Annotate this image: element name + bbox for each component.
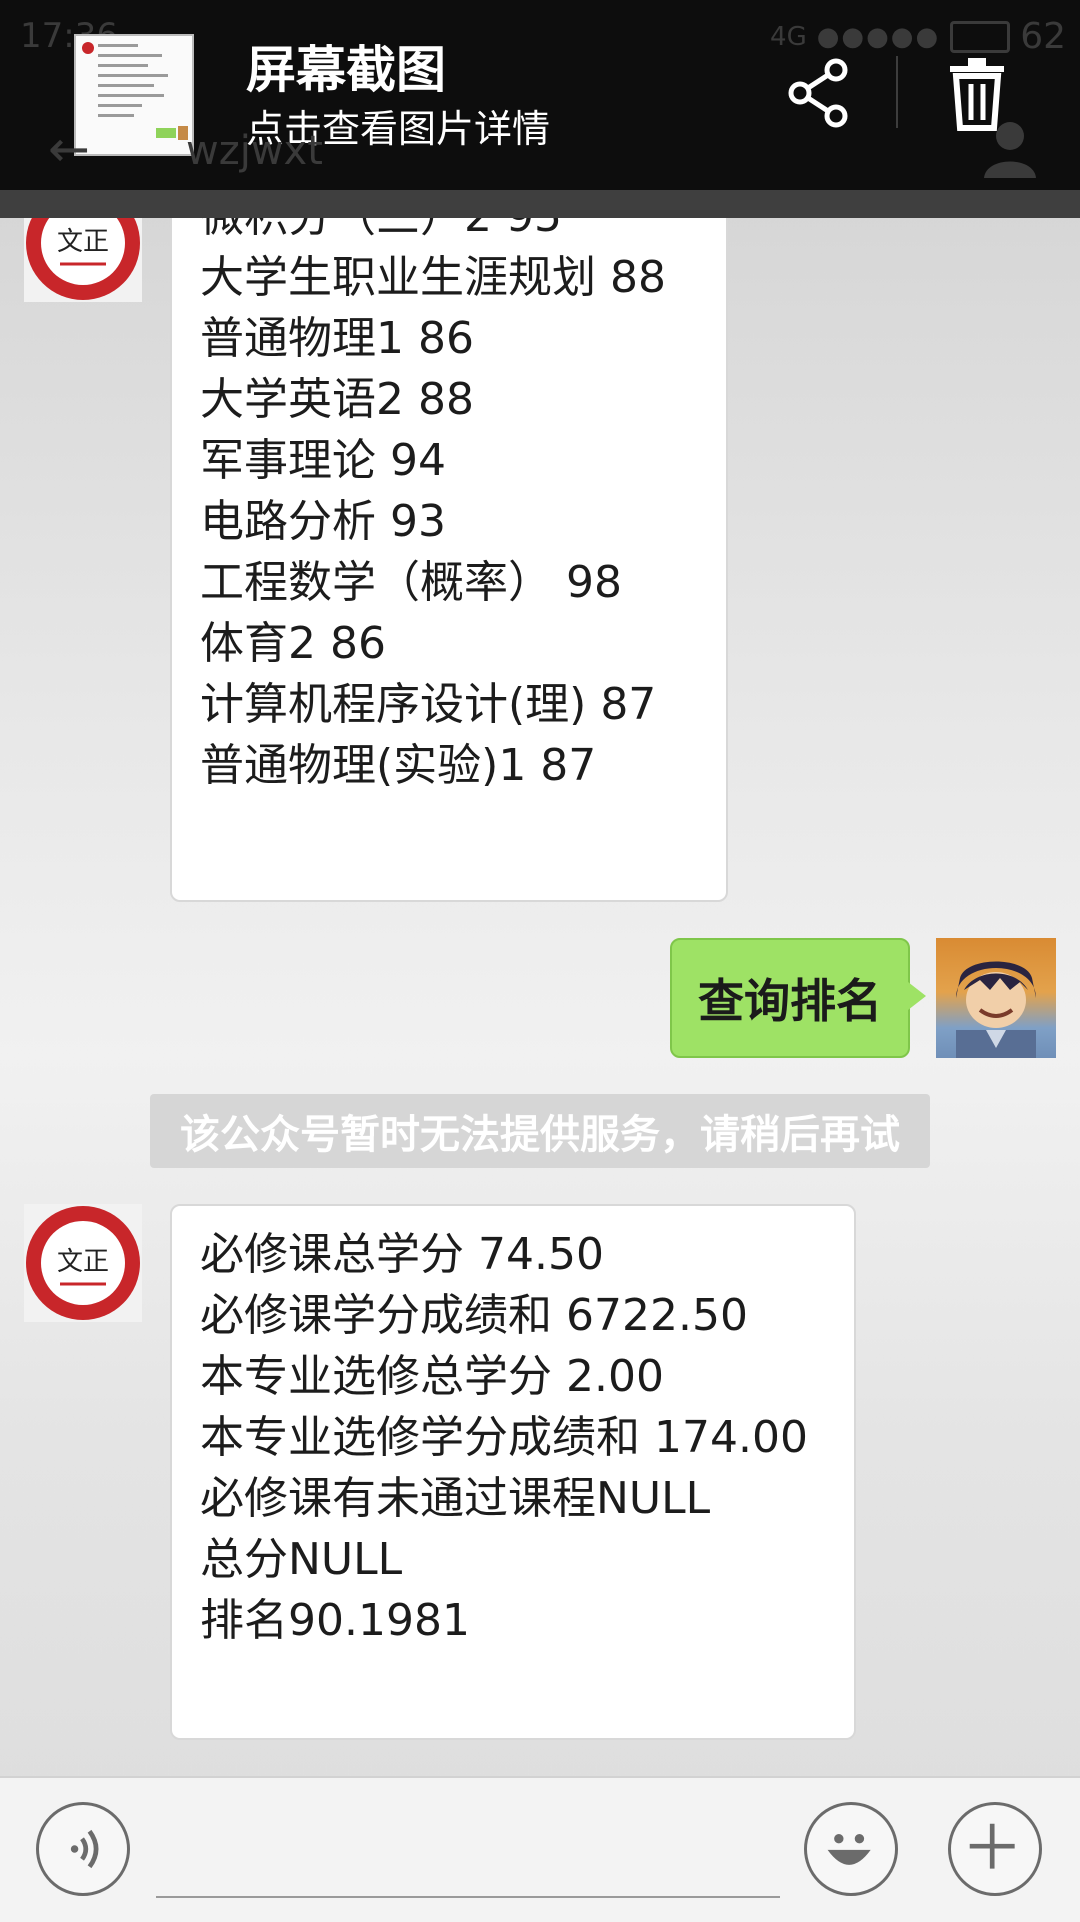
message-line: 普通物理(实验)1 87 [200,740,597,791]
notification-title: 屏幕截图 [246,41,446,99]
message-line: 大学英语2 88 [200,374,474,425]
network-type: 4G [770,21,807,52]
status-indicators: 4G ●●●●● 62 [770,16,1066,57]
voice-button[interactable] [36,1802,130,1896]
screenshot-notification[interactable]: 17:36 4G ●●●●● 62 屏幕截图 点击查看图片详情 ← wzjwxt [0,0,1080,190]
thumbnail-line [98,54,162,57]
share-icon[interactable] [786,58,852,128]
message-line: 排名90.1981 [200,1595,470,1646]
voice-icon [70,1829,99,1869]
thumbnail-line [98,74,168,77]
grades-message-bubble[interactable]: 微积分（三）2 95 大学生职业生涯规划 88 普通物理1 86 大学英语2 8… [170,190,728,902]
message-line: 必修课有未通过课程NULL [200,1473,711,1524]
result-message-bubble[interactable]: 必修课总学分 74.50 必修课学分成绩和 6722.50 本专业选修总学分 2… [170,1204,856,1740]
school-logo-icon: 文正 [26,1206,140,1320]
thumbnail-line [98,104,142,107]
school-logo-avatar[interactable]: 文正 [24,1204,142,1322]
back-arrow-icon[interactable]: ← [48,120,90,178]
thumbnail-line [98,44,138,47]
thumbnail-logo [82,42,94,54]
message-line: 工程数学（概率） 98 [200,557,622,608]
trash-icon[interactable] [944,56,1010,132]
message-line: 本专业选修总学分 2.00 [200,1351,664,1402]
signal-icon: ●●●●● [816,21,941,52]
header-shadow-strip [0,190,1080,218]
battery-icon [950,20,1011,53]
message-line: 大学生职业生涯规划 88 [200,252,666,303]
thumbnail-green-bubble [156,128,176,138]
message-line: 军事理论 94 [200,435,446,486]
system-notice: 该公众号暂时无法提供服务，请稍后再试 [150,1094,930,1168]
message-input[interactable] [156,1896,780,1898]
message-line: 必修课总学分 74.50 [200,1229,604,1280]
message-line: 必修课学分成绩和 6722.50 [200,1290,748,1341]
thumbnail-line [98,94,164,97]
thumbnail-line [98,84,154,87]
message-line: 电路分析 93 [200,496,446,547]
message-line: 总分NULL [200,1534,403,1585]
header-divider [896,56,898,128]
outgoing-message-text: 查询排名 [698,974,882,1028]
screenshot-thumbnail[interactable] [74,34,194,156]
chat-input-bar [0,1776,1080,1922]
outgoing-message-bubble[interactable]: 查询排名 [670,938,926,1058]
thumbnail-line [98,114,134,117]
thumbnail-line [98,64,148,67]
message-line: 普通物理1 86 [200,313,474,364]
self-avatar[interactable] [936,938,1056,1058]
message-line: 计算机程序设计(理) 87 [200,679,657,730]
svg-text:文正: 文正 [57,1247,109,1277]
message-line: 体育2 86 [200,618,386,669]
battery-level: 62 [1020,16,1066,57]
plus-icon [969,1823,1015,1869]
emoji-icon [827,1834,871,1865]
chat-contact-name: wzjwxt [186,128,323,174]
svg-text:文正: 文正 [57,227,109,257]
system-notice-text: 该公众号暂时无法提供服务，请稍后再试 [180,1112,900,1158]
message-line: 本专业选修学分成绩和 174.00 [200,1412,808,1463]
avatar-image [956,961,1036,1058]
plus-button[interactable] [948,1802,1042,1896]
emoji-button[interactable] [804,1802,898,1896]
